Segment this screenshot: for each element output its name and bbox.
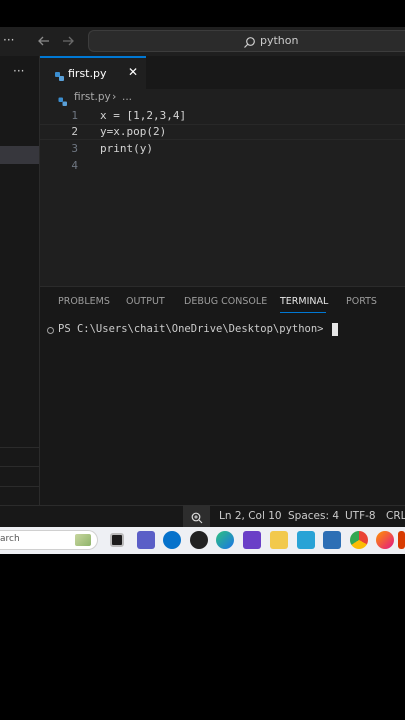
search-highlight-icon	[75, 534, 91, 546]
active-tab-indicator	[280, 312, 326, 313]
python-file-icon	[58, 92, 68, 106]
cursor-position[interactable]: Ln 2, Col 10	[219, 510, 282, 522]
python-file-icon	[54, 67, 65, 81]
terminal-prompt[interactable]: PS C:\Users\chait\OneDrive\Desktop\pytho…	[58, 323, 324, 335]
back-arrow-icon[interactable]	[37, 33, 51, 47]
search-text: python	[260, 34, 299, 47]
notepad-icon[interactable]	[297, 531, 315, 549]
terminal-decoration-icon	[47, 327, 54, 334]
sidebar-divider	[0, 486, 39, 487]
search-icon	[243, 34, 256, 48]
tab-debug-console[interactable]: DEBUG CONSOLE	[184, 296, 267, 307]
sidebar-divider	[0, 447, 39, 448]
tab-terminal[interactable]: TERMINAL	[280, 296, 328, 307]
code-line[interactable]: x = [1,2,3,4]	[100, 109, 186, 122]
tab-ports[interactable]: PORTS	[346, 296, 377, 307]
firefox-icon[interactable]	[376, 531, 394, 549]
dell-icon[interactable]	[163, 531, 181, 549]
explorer-sidebar	[0, 56, 40, 505]
code-line[interactable]: print(y)	[100, 142, 153, 155]
indentation[interactable]: Spaces: 4	[288, 510, 339, 522]
command-center-search[interactable]: python	[88, 30, 405, 52]
teams-icon[interactable]	[137, 531, 155, 549]
encoding[interactable]: UTF-8	[345, 510, 376, 522]
store-icon[interactable]	[323, 531, 341, 549]
tab-label: first.py	[68, 67, 107, 80]
active-line-highlight	[40, 124, 405, 140]
sidebar-selected-item[interactable]	[0, 146, 39, 164]
tab-output[interactable]: OUTPUT	[126, 296, 165, 307]
zoom-button[interactable]	[183, 505, 210, 527]
menu-more-icon[interactable]: ···	[3, 33, 14, 47]
forward-arrow-icon[interactable]	[61, 33, 75, 47]
tab-first-py[interactable]: first.py ✕	[40, 56, 146, 89]
zoom-icon	[191, 509, 203, 524]
line-number: 2	[71, 125, 78, 138]
breadcrumb-separator: ›	[112, 90, 117, 103]
line-number: 3	[71, 142, 78, 155]
bottom-panel	[40, 286, 405, 505]
game-icon[interactable]	[190, 531, 208, 549]
task-view-icon[interactable]	[110, 533, 124, 547]
breadcrumb-more[interactable]: ...	[122, 91, 132, 103]
close-icon[interactable]: ✕	[128, 65, 138, 79]
edge-icon[interactable]	[216, 531, 234, 549]
line-ending[interactable]: CRL	[386, 510, 405, 522]
tab-problems[interactable]: PROBLEMS	[58, 296, 110, 307]
line-number: 1	[71, 109, 78, 122]
taskbar-search[interactable]: arch	[0, 530, 98, 550]
taskbar-search-placeholder: arch	[0, 534, 20, 544]
sidebar-more-icon[interactable]: ···	[13, 64, 24, 78]
line-number: 4	[71, 159, 78, 172]
breadcrumb-file[interactable]: first.py	[74, 91, 111, 103]
terminal-cursor	[332, 323, 338, 336]
office-icon[interactable]	[398, 531, 405, 549]
sidebar-divider	[0, 466, 39, 467]
chrome-icon[interactable]	[350, 531, 368, 549]
clapper-icon[interactable]	[243, 531, 261, 549]
folder-icon[interactable]	[270, 531, 288, 549]
code-line[interactable]: y=x.pop(2)	[100, 125, 166, 138]
